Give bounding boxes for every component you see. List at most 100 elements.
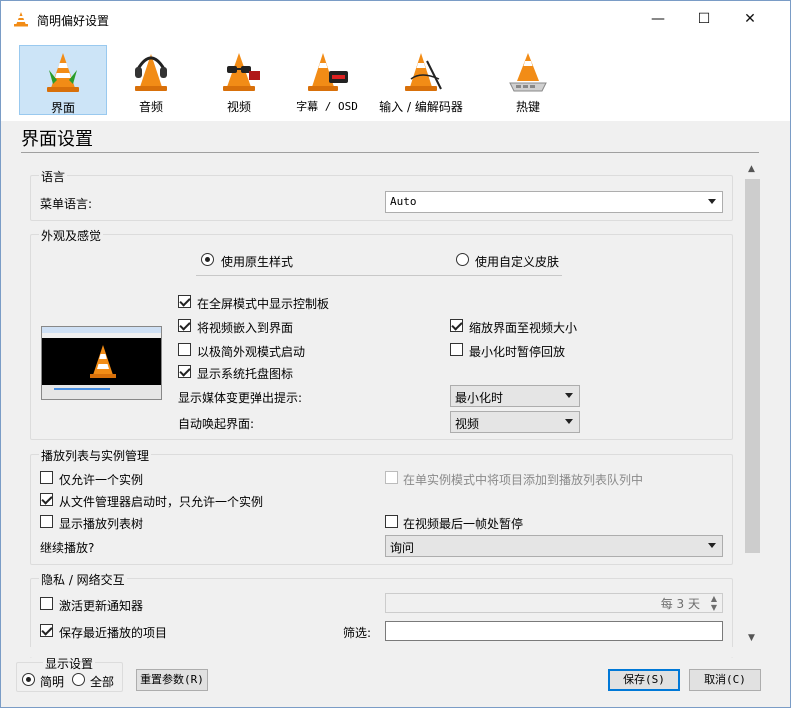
interface-cone-icon [47, 53, 79, 92]
raise-interface-label: 自动唤起界面: [178, 417, 255, 431]
hotkeys-cone-keyboard-icon [509, 53, 547, 92]
systray-label: 显示系统托盘图标 [197, 367, 294, 381]
minimize-button[interactable]: — [635, 1, 681, 37]
spin-arrows-icon[interactable]: ▲ ▼ [711, 594, 717, 612]
tab-audio[interactable]: 音频 [107, 45, 195, 115]
scrollbar-thumb[interactable] [745, 179, 760, 553]
update-notifier-label: 激活更新通知器 [59, 599, 144, 613]
enqueue-one-instance-checkbox[interactable] [385, 471, 398, 484]
simple-view-radio[interactable] [22, 673, 35, 686]
audio-cone-headphones-icon [135, 54, 167, 91]
one-instance-label: 仅允许一个实例 [59, 473, 144, 487]
enqueue-one-instance-label: 在单实例模式中将项目添加到播放列表队列中 [403, 473, 644, 487]
show-playlist-tree-label: 显示播放列表树 [59, 517, 144, 531]
update-interval-spinbox[interactable]: 每 3 天 ▲ ▼ [385, 593, 723, 613]
scroll-down-icon[interactable]: ▼ [748, 633, 755, 643]
systray-checkbox[interactable] [178, 365, 191, 378]
page-title: 界面设置 [21, 129, 93, 150]
embed-video-checkbox[interactable] [178, 319, 191, 332]
resume-playback-label: 继续播放? [40, 541, 95, 555]
title-bar[interactable]: 简明偏好设置 — ☐ ✕ [1, 1, 790, 37]
style-divider [196, 275, 562, 276]
minimal-start-label: 以极简外观模式启动 [197, 345, 306, 359]
look-feel-group-title: 外观及感觉 [39, 227, 104, 244]
pause-last-frame-checkbox[interactable] [385, 515, 398, 528]
one-instance-checkbox[interactable] [40, 471, 53, 484]
file-manager-one-instance-label: 从文件管理器启动时，只允许一个实例 [59, 495, 264, 509]
tab-subtitles-osd-label: 字幕 / OSD [296, 100, 358, 113]
save-button[interactable]: 保存(S) [608, 669, 680, 691]
native-style-label: 使用原生样式 [221, 255, 294, 269]
privacy-group [30, 578, 733, 658]
save-recent-label: 保存最近播放的项目 [59, 626, 168, 640]
cancel-button[interactable]: 取消(C) [689, 669, 761, 691]
tab-input-codecs[interactable]: 输入 / 编解码器 [371, 45, 471, 115]
popup-label: 显示媒体变更弹出提示: [178, 391, 303, 405]
show-playlist-tree-checkbox[interactable] [40, 515, 53, 528]
pause-minimized-checkbox[interactable] [450, 343, 463, 356]
skin-preview-image [41, 326, 162, 400]
tab-hotkeys-label: 热键 [515, 100, 540, 114]
fullscreen-controls-checkbox[interactable] [178, 295, 191, 308]
resize-to-video-checkbox[interactable] [450, 319, 463, 332]
scroll-area-bottom-edge [21, 647, 761, 657]
preferences-window: 简明偏好设置 — ☐ ✕ 界面 音频 视频 字幕 / OSD 输入 / 编解码器… [0, 0, 791, 708]
close-icon: ✕ [744, 11, 756, 27]
subtitles-cone-clock-icon [308, 53, 348, 91]
menu-language-select[interactable]: Auto [385, 191, 723, 213]
category-toolbar: 界面 音频 视频 字幕 / OSD 输入 / 编解码器 热键 [1, 37, 790, 121]
simple-view-label: 简明 [40, 675, 65, 689]
custom-skin-label: 使用自定义皮肤 [475, 255, 560, 269]
menu-language-value: Auto [390, 195, 417, 208]
window-title: 简明偏好设置 [37, 14, 110, 28]
input-codecs-cone-icon [405, 53, 442, 91]
tab-subtitles-osd[interactable]: 字幕 / OSD [283, 45, 371, 115]
display-settings-title: 显示设置 [43, 655, 96, 672]
minimal-start-checkbox[interactable] [178, 343, 191, 356]
title-divider [21, 152, 759, 153]
language-group-title: 语言 [39, 168, 68, 185]
fullscreen-controls-label: 在全屏模式中显示控制板 [197, 297, 330, 311]
tab-interface-label: 界面 [50, 101, 75, 115]
playlist-group-title: 播放列表与实例管理 [39, 447, 152, 464]
resize-to-video-label: 缩放界面至视频大小 [469, 321, 578, 335]
maximize-icon: ☐ [697, 11, 711, 27]
reset-preferences-button[interactable]: 重置参数(R) [136, 669, 208, 691]
resume-playback-select[interactable]: 询问 [385, 535, 723, 557]
update-notifier-checkbox[interactable] [40, 597, 53, 610]
update-interval-value: 每 3 天 [660, 597, 700, 611]
maximize-button[interactable]: ☐ [681, 1, 727, 37]
file-manager-one-instance-checkbox[interactable] [40, 493, 53, 506]
scroll-up-icon[interactable]: ▲ [748, 164, 755, 174]
native-style-radio[interactable] [201, 253, 214, 266]
menu-language-label: 菜单语言: [40, 197, 93, 211]
settings-scrollbar[interactable]: ▲ ▼ [744, 161, 761, 647]
chevron-down-icon [708, 543, 716, 548]
embed-video-label: 将视频嵌入到界面 [197, 321, 294, 335]
raise-interface-value: 视频 [455, 417, 480, 431]
pause-minimized-label: 最小化时暂停回放 [469, 345, 566, 359]
raise-interface-select[interactable]: 视频 [450, 411, 580, 433]
tab-hotkeys[interactable]: 热键 [484, 45, 572, 115]
chevron-down-icon [565, 419, 573, 424]
filter-input[interactable] [385, 621, 723, 641]
tab-video-label: 视频 [226, 100, 251, 114]
popup-value: 最小化时 [455, 391, 504, 405]
all-view-radio[interactable] [72, 673, 85, 686]
close-button[interactable]: ✕ [727, 1, 773, 37]
tab-video[interactable]: 视频 [195, 45, 283, 115]
chevron-down-icon [565, 393, 573, 398]
privacy-group-title: 隐私 / 网络交互 [39, 571, 127, 588]
resume-playback-value: 询问 [390, 541, 415, 555]
custom-skin-radio[interactable] [456, 253, 469, 266]
chevron-down-icon [708, 199, 716, 204]
pause-last-frame-label: 在视频最后一帧处暂停 [403, 517, 524, 531]
video-cone-glasses-icon [223, 53, 260, 91]
filter-label: 筛选: [343, 626, 372, 640]
tab-interface[interactable]: 界面 [19, 45, 107, 115]
preview-cone-icon [90, 345, 116, 378]
minimize-icon: — [651, 11, 665, 27]
save-recent-checkbox[interactable] [40, 624, 53, 637]
popup-select[interactable]: 最小化时 [450, 385, 580, 407]
tab-input-codecs-label: 输入 / 编解码器 [379, 100, 463, 114]
